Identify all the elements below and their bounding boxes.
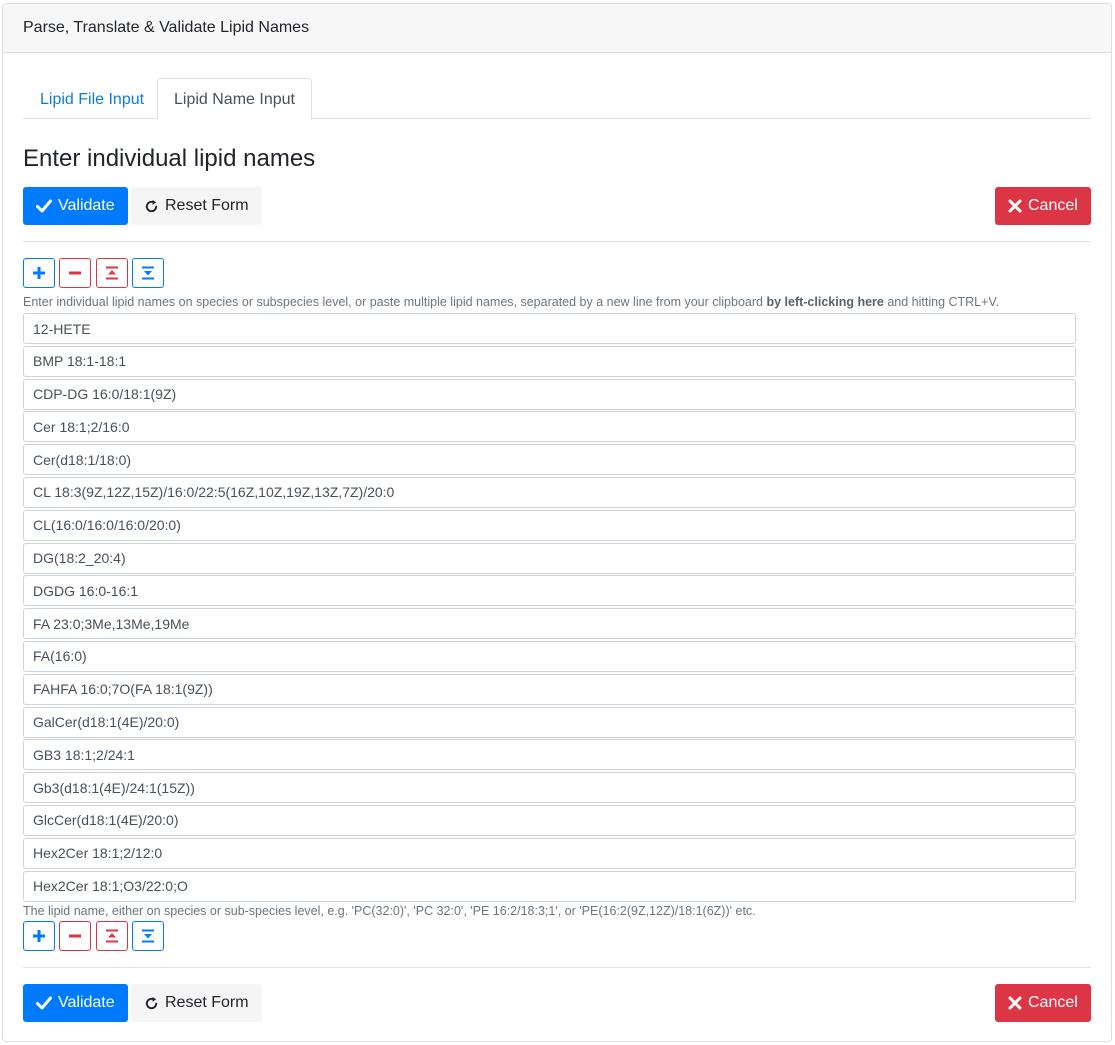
paste-help-prefix: Enter individual lipid names on species … (23, 295, 767, 309)
paste-help-suffix: and hitting CTRL+V. (883, 295, 1000, 309)
paste-help-link[interactable]: by left-clicking here (766, 295, 883, 309)
validate-label: Validate (58, 994, 115, 1011)
minus-icon (69, 271, 81, 275)
divider-bottom (23, 967, 1091, 968)
card-header: Parse, Translate & Validate Lipid Names (3, 4, 1111, 53)
lipid-name-input[interactable] (23, 706, 1076, 738)
lipid-name-input[interactable] (23, 772, 1076, 804)
lipid-name-input[interactable] (23, 739, 1076, 771)
lipid-name-input[interactable] (23, 804, 1076, 836)
move-top-button-top[interactable] (96, 258, 128, 288)
reset-icon (145, 996, 158, 1009)
paste-help-text[interactable]: Enter individual lipid names on species … (23, 295, 999, 309)
check-icon (36, 199, 52, 213)
lipid-name-input[interactable] (23, 345, 1076, 377)
reset-form-button-top[interactable]: Reset Form (131, 187, 262, 225)
lipid-name-input[interactable] (23, 509, 1076, 541)
reset-form-label: Reset Form (165, 994, 249, 1011)
minus-icon (69, 934, 81, 938)
cancel-label: Cancel (1028, 994, 1078, 1011)
lipid-name-input[interactable] (23, 640, 1076, 672)
plus-icon (33, 267, 45, 279)
lipid-name-input[interactable] (23, 378, 1076, 410)
card-body: Lipid File Input Lipid Name Input (3, 53, 1111, 120)
lipid-name-input[interactable] (23, 542, 1076, 574)
remove-row-button-top[interactable] (59, 258, 91, 288)
cancel-label: Cancel (1028, 197, 1078, 214)
add-row-button-top[interactable] (23, 258, 55, 288)
lipid-name-input[interactable] (23, 476, 1076, 508)
add-row-button-bottom[interactable] (23, 921, 55, 951)
validate-label: Validate (58, 197, 115, 214)
lipid-name-input[interactable] (23, 575, 1076, 607)
move-bottom-icon (142, 929, 154, 943)
tab-bar: Lipid File Input Lipid Name Input (23, 53, 1091, 120)
remove-row-button-bottom[interactable] (59, 921, 91, 951)
plus-icon (33, 930, 45, 942)
lipid-name-help-text: The lipid name, either on species or sub… (23, 904, 756, 918)
lipid-form-card: Parse, Translate & Validate Lipid Names … (2, 3, 1112, 1042)
move-bottom-button-bottom[interactable] (132, 921, 164, 951)
close-icon (1008, 199, 1022, 213)
lipid-name-list (23, 313, 1076, 903)
lipid-name-input[interactable] (23, 673, 1076, 705)
lipid-name-input[interactable] (23, 313, 1076, 344)
tab-lipid-file-input[interactable]: Lipid File Input (23, 78, 161, 120)
check-icon (36, 996, 52, 1010)
reset-form-button-bottom[interactable]: Reset Form (131, 984, 262, 1022)
close-icon (1008, 996, 1022, 1010)
lipid-name-input[interactable] (23, 837, 1076, 869)
validate-button-bottom[interactable]: Validate (23, 984, 128, 1022)
lipid-name-input[interactable] (23, 444, 1076, 476)
move-top-icon (106, 266, 118, 280)
cancel-button-bottom[interactable]: Cancel (995, 984, 1091, 1022)
move-bottom-button-top[interactable] (132, 258, 164, 288)
lipid-name-input[interactable] (23, 870, 1076, 902)
move-bottom-icon (142, 266, 154, 280)
divider-top (23, 241, 1091, 242)
lipid-name-input[interactable] (23, 411, 1076, 443)
move-top-button-bottom[interactable] (96, 921, 128, 951)
lipid-name-input[interactable] (23, 608, 1076, 640)
cancel-button-top[interactable]: Cancel (995, 187, 1091, 225)
validate-button-top[interactable]: Validate (23, 187, 128, 225)
reset-form-label: Reset Form (165, 197, 249, 214)
reset-icon (145, 199, 158, 212)
move-top-icon (106, 929, 118, 943)
page-title: Enter individual lipid names (23, 145, 316, 172)
tab-lipid-name-input[interactable]: Lipid Name Input (157, 78, 312, 120)
